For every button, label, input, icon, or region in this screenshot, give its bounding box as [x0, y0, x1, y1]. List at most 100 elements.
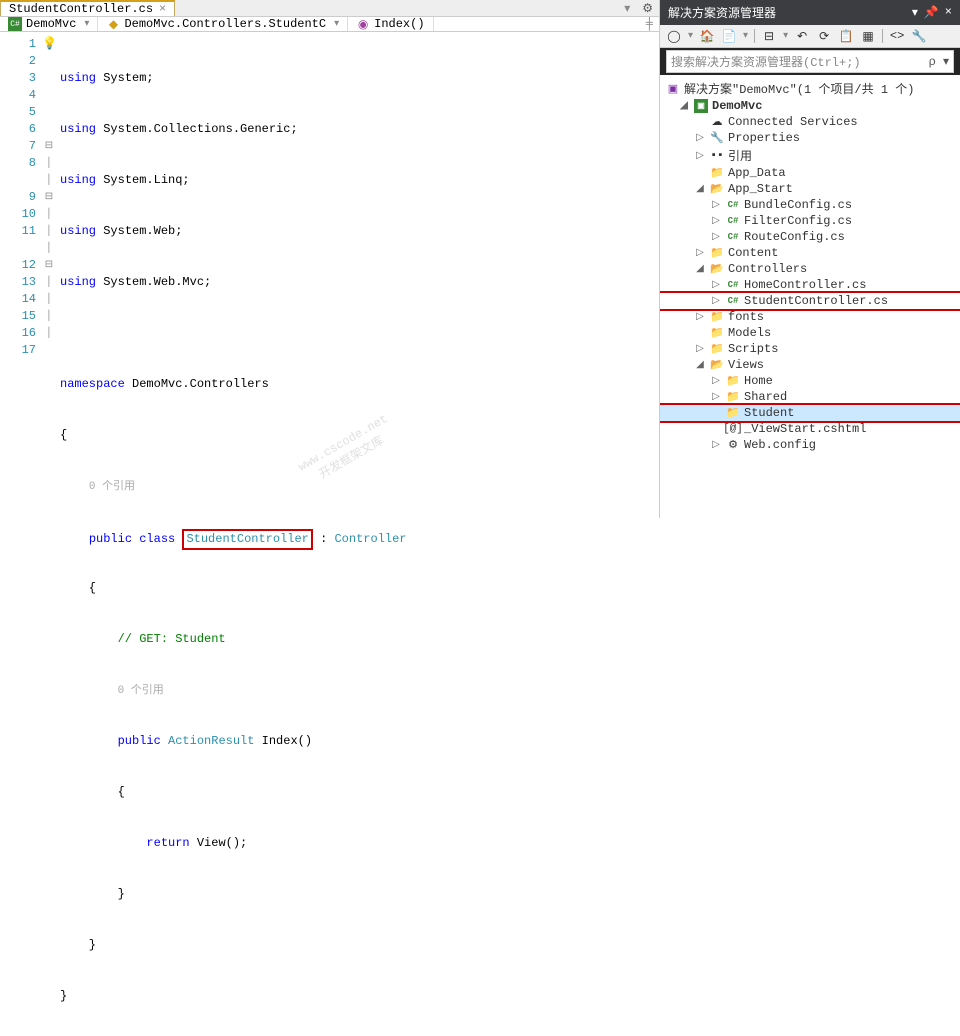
expander-icon[interactable]: ▷	[694, 132, 706, 144]
home-icon[interactable]: 🏠	[699, 28, 715, 44]
cs-file-icon: C#	[726, 294, 740, 308]
properties-icon[interactable]: 📋	[838, 28, 854, 44]
wrench-icon[interactable]: 🔧	[911, 28, 927, 44]
tree-fonts[interactable]: ▷📁fonts	[660, 309, 960, 325]
panel-title: 解决方案资源管理器 ▾ 📌 ×	[660, 0, 960, 25]
expander-icon[interactable]: ▷	[694, 311, 706, 323]
cs-file-icon: C#	[726, 198, 740, 212]
expander-icon[interactable]: ◢	[694, 359, 706, 371]
expander-icon[interactable]: ▷	[694, 343, 706, 355]
cs-file-icon: C#	[726, 214, 740, 228]
pin-icon[interactable]: 📌	[924, 5, 939, 20]
cs-file-icon: C#	[726, 278, 740, 292]
tree-references[interactable]: ▷▪▪引用	[660, 146, 960, 165]
expander-icon[interactable]: ▷	[694, 247, 706, 259]
expander-icon[interactable]: ▷	[710, 279, 722, 291]
folder-icon: 📁	[726, 374, 740, 388]
tree-connected-services[interactable]: ☁Connected Services	[660, 114, 960, 130]
dropdown-icon[interactable]: ▾	[912, 5, 918, 20]
wrench-icon: 🔧	[710, 131, 724, 145]
folder-icon: 📁	[710, 166, 724, 180]
cloud-icon: ☁	[710, 115, 724, 129]
tree-file[interactable]: ▷C#RouteConfig.cs	[660, 229, 960, 245]
sync-icon[interactable]: 📄	[721, 28, 737, 44]
tree-file[interactable]: ▷C#FilterConfig.cs	[660, 213, 960, 229]
folder-icon: 📂	[710, 358, 724, 372]
folder-icon: 📁	[710, 342, 724, 356]
tree-file[interactable]: ▷C#BundleConfig.cs	[660, 197, 960, 213]
crumb-method[interactable]: ◉ Index()	[348, 17, 433, 31]
folder-icon: 📁	[710, 310, 724, 324]
class-name-highlight: StudentController	[182, 529, 312, 550]
refresh-icon[interactable]: ⟳	[816, 28, 832, 44]
dropdown-icon[interactable]: ▾	[618, 1, 636, 16]
solution-icon: ▣	[666, 82, 680, 96]
bulb-icon[interactable]: 💡	[42, 37, 57, 51]
crumb-project[interactable]: C# DemoMvc ▾	[0, 17, 98, 31]
expander-icon[interactable]: ▷	[710, 215, 722, 227]
tree-project[interactable]: ◢▣DemoMvc	[660, 98, 960, 114]
tree-appdata[interactable]: 📁App_Data	[660, 165, 960, 181]
back-icon[interactable]: ◯	[666, 28, 682, 44]
close-icon[interactable]: ×	[159, 2, 166, 16]
split-icon[interactable]: ╪	[640, 17, 659, 31]
folder-icon: 📂	[710, 182, 724, 196]
expander-icon[interactable]: ▷	[710, 199, 722, 211]
search-input[interactable]: 搜索解决方案资源管理器(Ctrl+;) ρ ▾	[666, 50, 954, 73]
tree-models[interactable]: 📁Models	[660, 325, 960, 341]
close-icon[interactable]: ×	[945, 5, 952, 20]
folder-icon: 📁	[726, 406, 740, 420]
tree-views[interactable]: ◢📂Views	[660, 357, 960, 373]
folder-icon: 📂	[710, 262, 724, 276]
fold-icon[interactable]: ⊟	[42, 138, 56, 155]
fold-column: 💡 ⊟ ││ ⊟ │││ ⊟ ││││	[42, 32, 56, 1036]
folder-icon: 📁	[710, 246, 724, 260]
tree-file[interactable]: ▷C#HomeController.cs	[660, 277, 960, 293]
tab-bar: StudentController.cs × ▾ ⚙	[0, 0, 659, 17]
tree-content[interactable]: ▷📁Content	[660, 245, 960, 261]
chevron-down-icon: ▾	[84, 18, 89, 30]
editor-pane: StudentController.cs × ▾ ⚙ C# DemoMvc ▾ …	[0, 0, 660, 518]
chevron-down-icon: ▾	[334, 18, 339, 30]
cshtml-icon: [@]	[726, 422, 740, 436]
solution-explorer: 解决方案资源管理器 ▾ 📌 × ◯ ▾ 🏠 📄 ▾ ⊟ ▾ ↶ ⟳ 📋 ▦ <>…	[660, 0, 960, 518]
tree-file[interactable]: ▷⚙Web.config	[660, 437, 960, 453]
fold-icon[interactable]: ⊟	[42, 189, 56, 206]
expander-icon[interactable]: ▷	[710, 391, 722, 403]
expander-icon[interactable]: ▷	[710, 439, 722, 451]
show-all-icon[interactable]: ↶	[794, 28, 810, 44]
method-icon: ◉	[356, 17, 370, 31]
project-icon: C#	[8, 17, 22, 31]
tree-view-home[interactable]: ▷📁Home	[660, 373, 960, 389]
tree-file-student-controller[interactable]: ▷C#StudentController.cs	[660, 293, 960, 309]
line-gutter: 123 456 78 91011 1213 141516 17	[0, 32, 42, 1036]
view-icon[interactable]: ▦	[860, 28, 876, 44]
code-icon[interactable]: <>	[889, 28, 905, 44]
gear-icon[interactable]: ⚙	[636, 1, 659, 16]
tree-view-shared[interactable]: ▷📁Shared	[660, 389, 960, 405]
collapse-icon[interactable]: ⊟	[761, 28, 777, 44]
file-tab[interactable]: StudentController.cs ×	[0, 0, 175, 16]
tree-appstart[interactable]: ◢📂App_Start	[660, 181, 960, 197]
folder-icon: 📁	[710, 326, 724, 340]
fold-icon[interactable]: ⊟	[42, 257, 56, 274]
class-icon: ◆	[106, 17, 120, 31]
tree-scripts[interactable]: ▷📁Scripts	[660, 341, 960, 357]
expander-icon[interactable]: ▷	[694, 150, 706, 162]
tree-file[interactable]: [@]_ViewStart.cshtml	[660, 421, 960, 437]
expander-icon[interactable]: ▷	[710, 231, 722, 243]
tree-controllers[interactable]: ◢📂Controllers	[660, 261, 960, 277]
tree-properties[interactable]: ▷🔧Properties	[660, 130, 960, 146]
expander-icon[interactable]: ▷	[710, 295, 722, 307]
expander-icon[interactable]: ◢	[678, 100, 690, 112]
code-editor[interactable]: 123 456 78 91011 1213 141516 17 💡 ⊟ ││ ⊟…	[0, 32, 659, 1036]
expander-icon[interactable]: ◢	[694, 263, 706, 275]
expander-icon[interactable]: ◢	[694, 183, 706, 195]
config-icon: ⚙	[726, 438, 740, 452]
project-icon: ▣	[694, 99, 708, 113]
expander-icon[interactable]: ▷	[710, 375, 722, 387]
tree-view-student[interactable]: 📁Student	[660, 405, 960, 421]
crumb-namespace[interactable]: ◆ DemoMvc.Controllers.StudentC ▾	[98, 17, 348, 31]
tree-solution[interactable]: ▣解决方案"DemoMvc"(1 个项目/共 1 个)	[660, 79, 960, 98]
search-clear-icon[interactable]: ρ ▾	[929, 54, 949, 69]
